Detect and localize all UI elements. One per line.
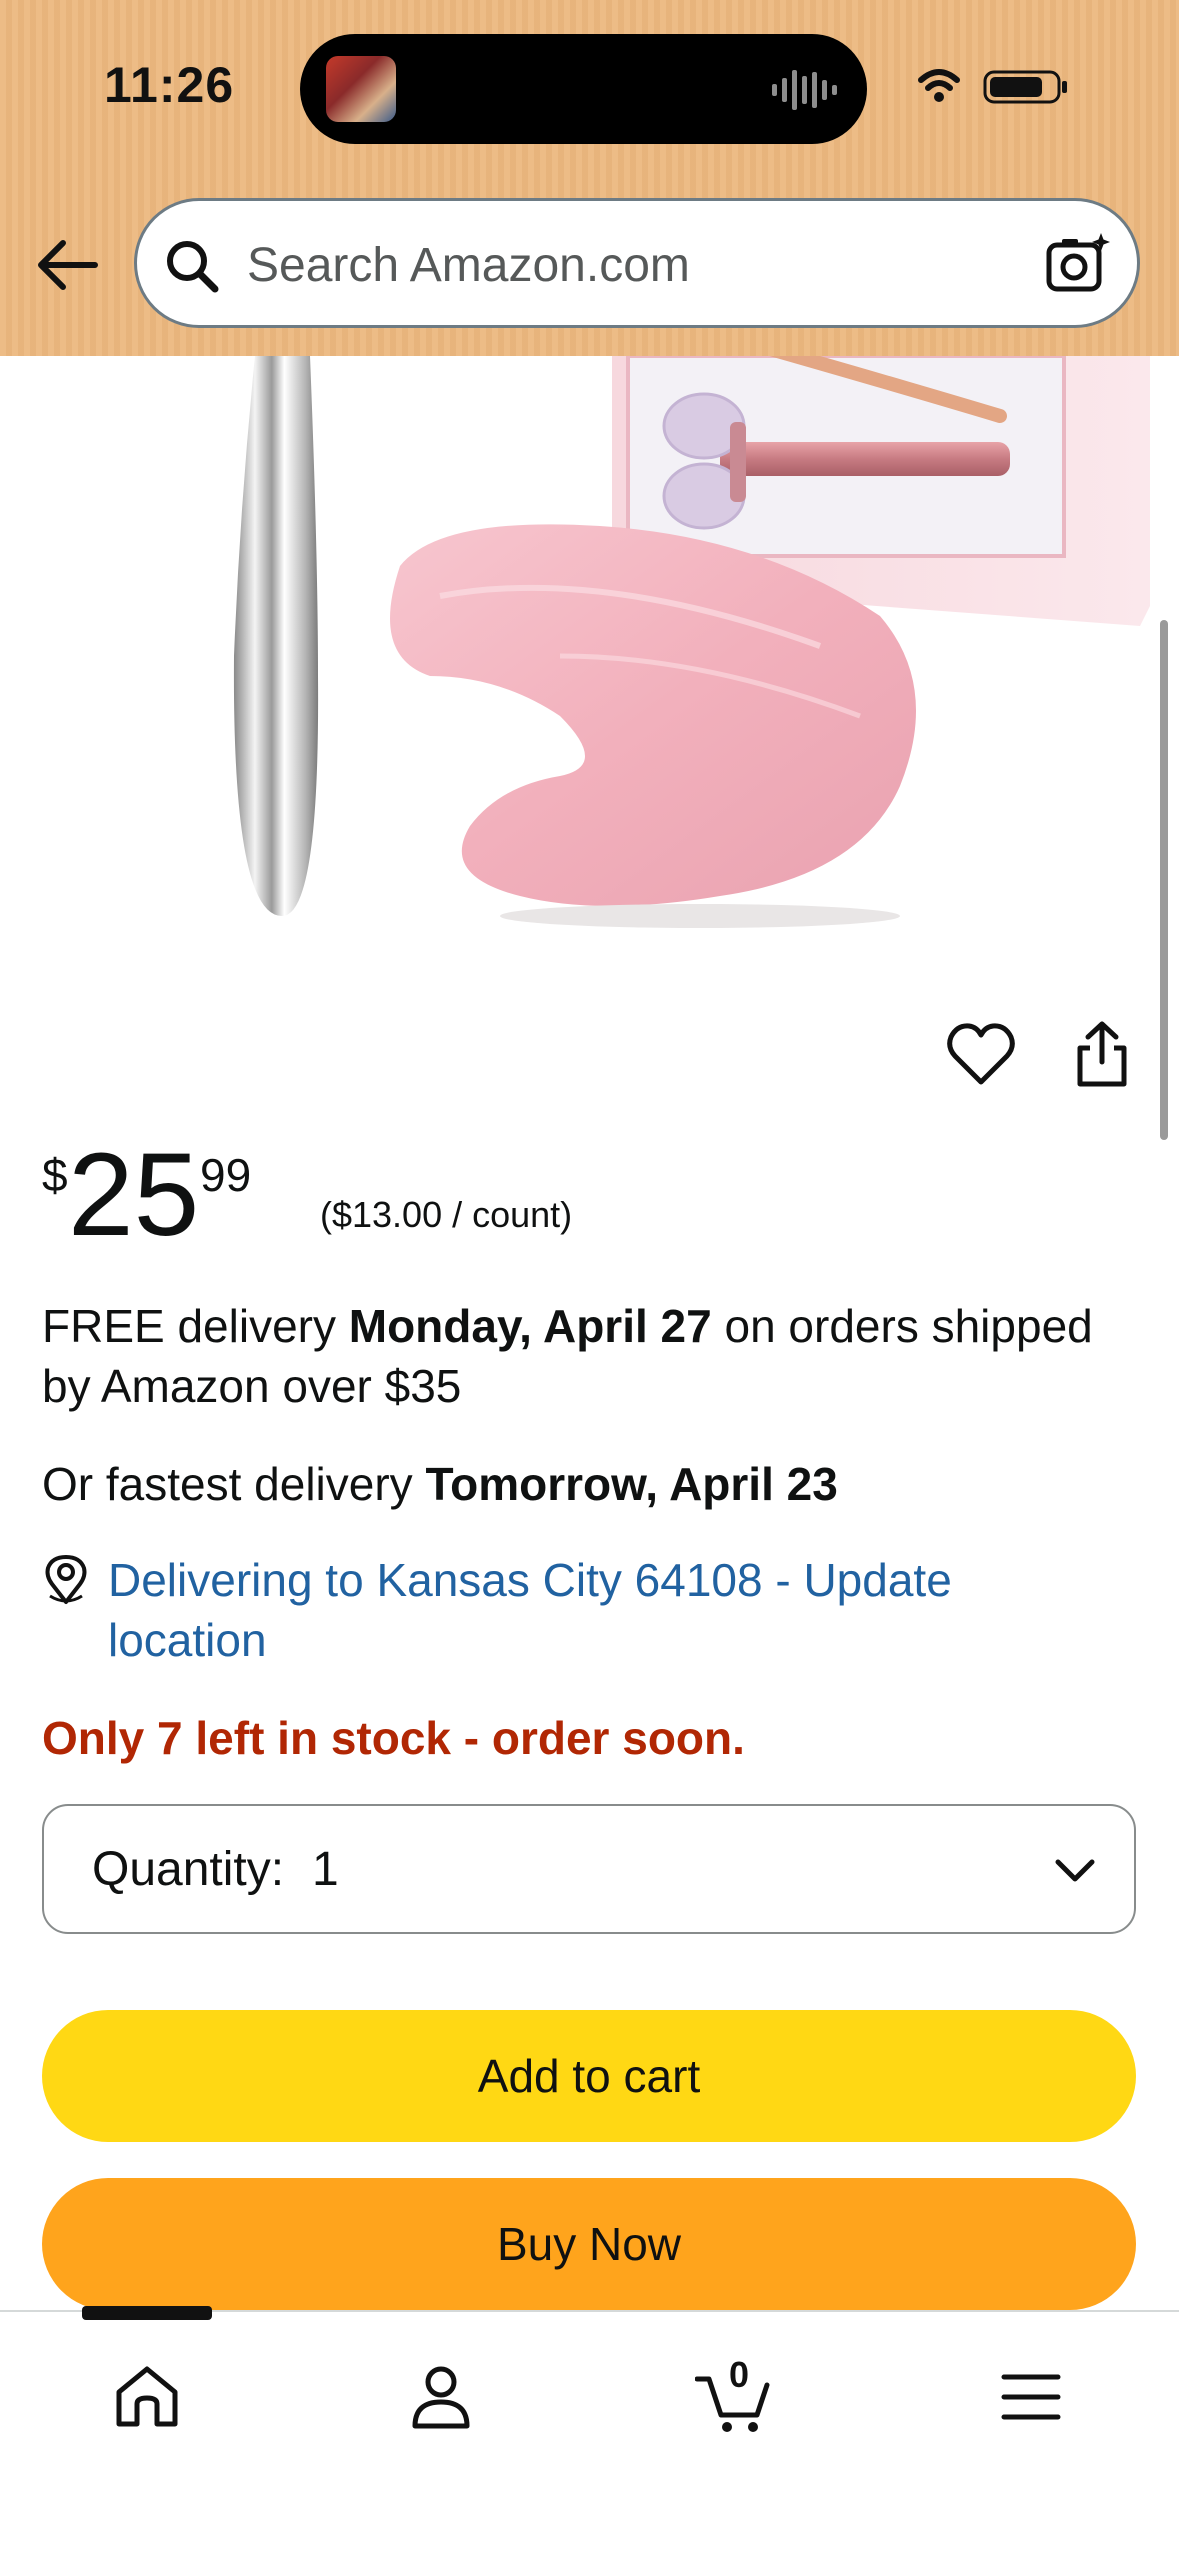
fastest-delivery-prefix: Or fastest delivery [42,1458,426,1510]
chevron-down-icon [1055,1859,1095,1882]
nav-cart[interactable]: 0 [690,2352,780,2442]
price-whole: 25 [68,1129,200,1261]
status-time: 11:26 [104,57,235,113]
nav-account[interactable] [396,2352,486,2442]
search-bar[interactable] [134,198,1140,328]
home-icon [116,2366,178,2427]
price-currency-symbol: $ [42,1149,68,1201]
fastest-delivery: Or fastest delivery Tomorrow, April 23 [42,1454,1152,1514]
share-icon [1077,1021,1127,1087]
battery-icon [983,70,1067,104]
cart-count: 0 [728,2354,750,2395]
fastest-delivery-date: Tomorrow, April 23 [425,1458,838,1510]
person-icon [412,2366,470,2429]
nav-menu[interactable] [986,2352,1076,2442]
quantity-select[interactable]: Quantity: 1 [42,1804,1136,1934]
add-to-list-button[interactable] [946,1020,1016,1090]
search-input[interactable] [247,229,1027,301]
price-fraction: 99 [200,1149,252,1201]
back-button[interactable] [30,228,104,302]
unit-price: ($13.00 / count) [320,1194,573,1235]
delivery-info: FREE delivery Monday, April 27 on orders… [42,1296,1152,1416]
share-button[interactable] [1070,1020,1134,1090]
arrow-left-icon [38,240,98,290]
heart-icon [947,1023,1015,1085]
stock-warning: Only 7 left in stock - order soon. [42,1712,745,1764]
quantity-value: 1 [312,1843,339,1896]
scrollbar[interactable] [1160,620,1168,1140]
menu-icon [1001,2374,1061,2420]
buy-now-button[interactable]: Buy Now [42,2178,1136,2310]
audio-waveform-icon [772,70,837,110]
status-icons [918,69,1067,104]
dynamic-island[interactable] [300,34,867,144]
delivery-prefix: FREE delivery [42,1300,349,1352]
update-location-link[interactable]: Delivering to Kansas City 64108 - Update… [108,1550,1108,1670]
now-playing-artwork[interactable] [326,56,396,122]
camera-search-icon[interactable] [1045,231,1111,297]
quantity-label: Quantity: [92,1843,285,1896]
location-pin-icon [45,1555,87,1604]
bottom-nav: 0 [0,2310,1179,2556]
delivery-date: Monday, April 27 [348,1300,712,1352]
app-header: 11:26 [0,0,1179,356]
nav-home[interactable] [102,2352,192,2442]
active-tab-indicator [82,2306,212,2320]
wifi-icon [918,69,960,102]
add-to-cart-button[interactable]: Add to cart [42,2010,1136,2142]
search-icon [167,241,219,293]
product-photo [233,356,1150,928]
product-image[interactable] [0,356,1179,976]
